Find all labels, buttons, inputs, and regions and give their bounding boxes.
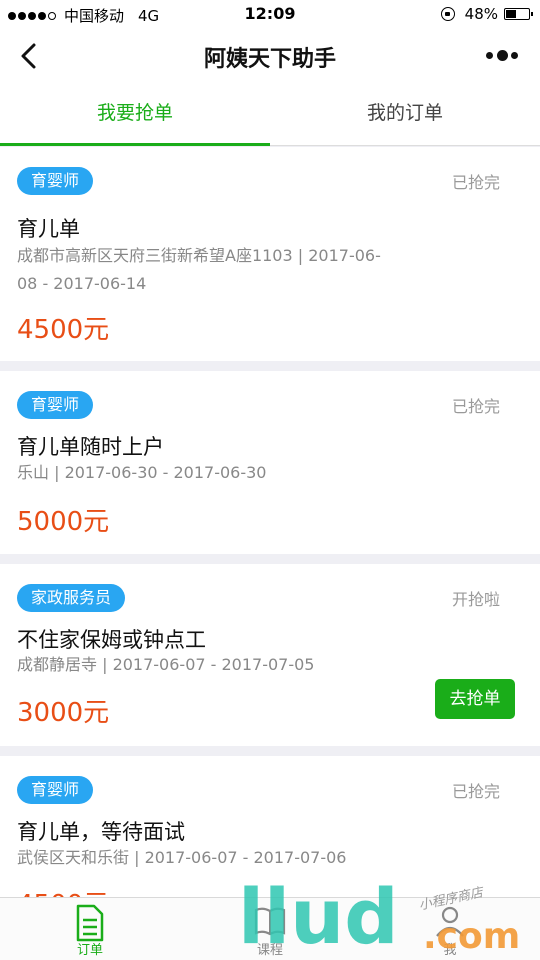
more-options-icon[interactable] [486,48,518,62]
status-bar: 中国移动 4G 12:09 48% [0,0,540,28]
tabbar-item-orders[interactable]: 订单 [0,898,180,960]
category-badge: 育婴师 [17,391,94,419]
order-title: 育儿单随时上户 [17,435,164,459]
battery-percent: 48% [464,5,498,23]
document-icon [76,904,104,942]
bottom-tab-bar: 订单 课程 我 [0,897,540,960]
grab-order-button[interactable]: 去抢单 [435,679,515,719]
order-status: 开抢啦 [451,590,500,609]
tabbar-label: 课程 [256,943,283,958]
battery-icon [504,8,533,20]
order-status: 已抢完 [451,397,500,416]
order-card[interactable]: 育婴师 已抢完 育儿单，等待面试 武侯区天和乐街 | 2017-06-07 - … [0,756,540,920]
order-price: 4500元 [17,315,110,345]
order-status: 已抢完 [451,173,500,192]
tabbar-item-courses[interactable]: 课程 [180,898,360,960]
person-icon [436,906,464,937]
order-card[interactable]: 家政服务员 开抢啦 不住家保姆或钟点工 成都静居寺 | 2017-06-07 -… [0,564,540,746]
order-title: 育儿单，等待面试 [17,820,185,844]
top-tabs: 我要抢单 我的订单 [0,82,540,146]
category-badge: 育婴师 [17,776,94,804]
order-status: 已抢完 [451,782,500,801]
order-price: 3000元 [17,698,110,728]
order-title: 育儿单 [17,217,80,241]
order-price: 5000元 [17,507,110,537]
category-badge: 家政服务员 [17,584,126,612]
order-meta: 乐山 | 2017-06-30 - 2017-06-30 [17,463,267,482]
order-meta: 武侯区天和乐街 | 2017-06-07 - 2017-07-06 [17,848,347,867]
status-right: 48% [440,5,533,23]
order-meta: 成都市高新区天府三街新希望A座1103 | 2017-06-08 - 2017-… [17,246,381,293]
tab-grab-orders[interactable]: 我要抢单 [0,82,270,146]
order-title: 不住家保姆或钟点工 [17,628,206,652]
tabbar-label: 我 [443,943,457,958]
rotation-lock-icon [440,7,455,21]
nav-bar: 阿姨天下助手 [0,28,540,82]
page-title: 阿姨天下助手 [203,47,336,72]
tab-my-orders[interactable]: 我的订单 [270,82,540,145]
order-card[interactable]: 育婴师 已抢完 育儿单 成都市高新区天府三街新希望A座1103 | 2017-0… [0,147,540,361]
category-badge: 育婴师 [17,167,94,195]
tabbar-item-me[interactable]: 我 [360,898,540,960]
order-card[interactable]: 育婴师 已抢完 育儿单随时上户 乐山 | 2017-06-30 - 2017-0… [0,371,540,554]
order-meta: 成都静居寺 | 2017-06-07 - 2017-07-05 [17,655,315,674]
tabbar-label: 订单 [76,943,103,958]
book-icon [254,907,286,936]
